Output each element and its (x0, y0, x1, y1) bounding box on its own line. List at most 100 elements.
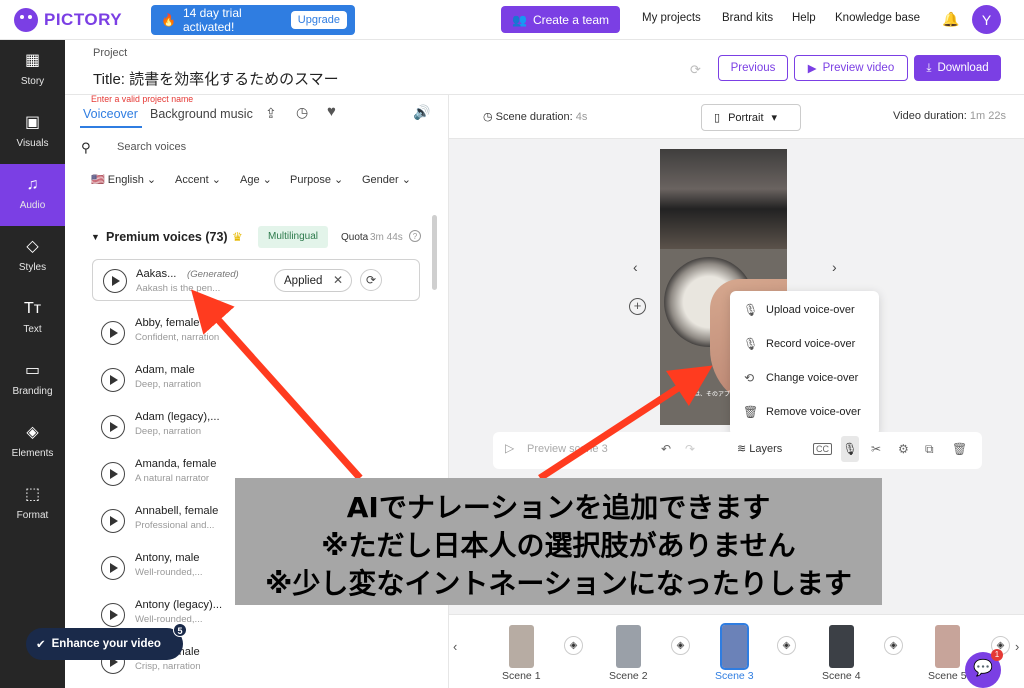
scene-label-5: Scene 5 (928, 670, 967, 682)
scene-timeline: ‹ Scene 1 ◈ Scene 2 ◈ Scene 3 ◈ Scene 4 … (449, 614, 1024, 688)
rail-label: Text (23, 324, 42, 335)
layers-button[interactable]: ≋ Layers (737, 442, 782, 455)
delete-icon[interactable]: 🗑 (952, 442, 967, 456)
previous-button[interactable]: Previous (718, 55, 788, 81)
quota-value: 3m 44s (370, 232, 403, 243)
layers-icon[interactable]: ◈ (777, 636, 796, 655)
enhance-video-button[interactable]: ✔ Enhance your video 5 (26, 623, 187, 660)
filter-purpose[interactable]: Purpose ⌄ (290, 173, 343, 186)
scrollbar[interactable] (432, 215, 437, 290)
menu-upload-voiceover[interactable]: 🎙 Upload voice-over (730, 293, 879, 327)
nav-knowledge-base[interactable]: Knowledge base (835, 12, 920, 24)
filter-language[interactable]: 🇺🇸 English ⌄ (91, 173, 156, 186)
voice-list-item[interactable]: Adam (legacy),... Deep, narration (92, 405, 412, 447)
help-icon[interactable]: ? (409, 230, 421, 242)
pictory-logo[interactable]: PICTORY (14, 8, 122, 32)
layers-icon[interactable]: ◈ (884, 636, 903, 655)
filter-gender[interactable]: Gender ⌄ (362, 173, 411, 186)
scene-label-1: Scene 1 (502, 670, 541, 682)
enhance-badge: 5 (173, 623, 187, 637)
redo-icon[interactable]: ↷ (685, 442, 695, 456)
play-voice-icon[interactable] (101, 603, 125, 627)
notification-bell-icon[interactable]: 🔔 (942, 11, 959, 28)
preview-scene-label[interactable]: Preview scene 3 (527, 443, 608, 455)
clock-icon[interactable]: ◷ (296, 104, 308, 121)
scene-thumb-4[interactable] (829, 625, 854, 668)
voice-list-item[interactable]: Abby, female Confident, narration (92, 311, 412, 353)
duplicate-icon[interactable]: ⧉ (925, 442, 934, 457)
tab-voiceover[interactable]: Voiceover (83, 107, 138, 121)
regenerate-icon[interactable]: ⟳ (360, 269, 382, 291)
voice-settings-icon[interactable]: 🔊 (413, 104, 430, 121)
play-voice-icon[interactable] (101, 509, 125, 533)
rail-item-story[interactable]: ▦ Story (0, 40, 65, 102)
voice-name: Adam (legacy),... (135, 411, 220, 423)
settings-gear-icon[interactable]: ⚙ (898, 442, 909, 456)
rail-item-format[interactable]: ⬚ Format (0, 474, 65, 536)
undo-icon[interactable]: ↶ (661, 442, 671, 456)
rail-item-visuals[interactable]: ▣ Visuals (0, 102, 65, 164)
rail-item-branding[interactable]: ▭ Branding (0, 350, 65, 412)
voice-desc: Deep, narration (135, 426, 202, 437)
menu-label: Upload voice-over (766, 304, 855, 316)
voice-name: Abby, female (135, 317, 200, 329)
voice-name: Annabell, female (135, 505, 219, 517)
prev-scene-arrow-icon[interactable]: ‹ (633, 259, 638, 275)
download-button[interactable]: ⤓ Download (914, 55, 1001, 81)
filter-accent[interactable]: Accent ⌄ (175, 173, 221, 186)
tab-background-music[interactable]: Background music (150, 107, 253, 121)
premium-voices-title: Premium voices (73) (106, 230, 228, 244)
nav-help[interactable]: Help (792, 12, 816, 24)
play-voice-icon[interactable] (101, 556, 125, 580)
create-team-button[interactable]: 👥 Create a team (501, 6, 620, 33)
menu-record-voiceover[interactable]: 🎙 Record voice-over (730, 327, 879, 361)
multilingual-badge[interactable]: Multilingual (258, 226, 328, 248)
play-voice-icon[interactable] (101, 321, 125, 345)
next-scene-arrow-icon[interactable]: › (832, 259, 837, 275)
filter-age[interactable]: Age ⌄ (240, 173, 272, 186)
user-avatar[interactable]: Y (972, 5, 1001, 34)
captions-icon[interactable]: CC (813, 443, 832, 455)
selected-voice-card[interactable]: Aakas... (Generated) Aakash is the pen..… (92, 259, 420, 301)
caret-down-icon[interactable]: ▼ (91, 232, 100, 242)
menu-remove-voiceover[interactable]: 🗑 Remove voice-over (730, 395, 879, 429)
layers-icon[interactable]: ◈ (564, 636, 583, 655)
nav-brand-kits[interactable]: Brand kits (722, 12, 773, 24)
orientation-value: Portrait (728, 111, 764, 124)
search-voices-input[interactable]: Search voices (117, 141, 186, 153)
scene-thumb-3[interactable] (720, 623, 749, 670)
layers-icon[interactable]: ◈ (671, 636, 690, 655)
menu-change-voiceover[interactable]: ⟲ Change voice-over (730, 361, 879, 395)
scene-thumb-5[interactable] (935, 625, 960, 668)
timeline-right-arrow-icon[interactable]: › (1015, 639, 1019, 654)
upgrade-button[interactable]: Upgrade (290, 11, 347, 29)
rail-item-elements[interactable]: ◈ Elements (0, 412, 65, 474)
orientation-select[interactable]: ▯ Portrait ▾ (701, 104, 801, 131)
project-title-input[interactable]: Title: 読書を効率化するためのスマー (93, 68, 339, 89)
format-icon: ⬚ (24, 486, 41, 503)
rail-item-styles[interactable]: ◇ Styles (0, 226, 65, 288)
play-voice-icon[interactable] (101, 462, 125, 486)
add-scene-icon[interactable]: + (629, 298, 646, 315)
scene-thumb-1[interactable] (509, 625, 534, 668)
rail-item-text[interactable]: Tт Text (0, 288, 65, 350)
preview-scene-play-icon[interactable]: ▷ (505, 441, 514, 455)
play-voice-icon[interactable] (101, 368, 125, 392)
remove-voice-close-icon[interactable]: ✕ (333, 273, 343, 287)
heart-icon[interactable]: ♥ (327, 103, 336, 120)
nav-my-projects[interactable]: My projects (642, 12, 701, 24)
applied-chip[interactable]: Applied ✕ (274, 269, 352, 292)
chat-support-icon[interactable]: 💬 1 (965, 649, 1003, 688)
scissors-icon[interactable]: ✂ (871, 442, 881, 456)
microphone-icon[interactable]: 🎙 (841, 436, 859, 462)
upload-folder-icon[interactable]: ⇪ (265, 105, 277, 122)
timeline-left-arrow-icon[interactable]: ‹ (453, 639, 457, 654)
title-error: Enter a valid project name (91, 95, 194, 104)
voice-list-item[interactable]: Adam, male Deep, narration (92, 358, 412, 400)
briefcase-icon: ▭ (24, 362, 41, 379)
play-voice-icon[interactable] (101, 415, 125, 439)
play-voice-icon[interactable] (103, 269, 127, 293)
preview-video-button[interactable]: ▶ Preview video (794, 55, 908, 81)
rail-item-audio[interactable]: ♫ Audio (0, 164, 65, 226)
scene-thumb-2[interactable] (616, 625, 641, 668)
